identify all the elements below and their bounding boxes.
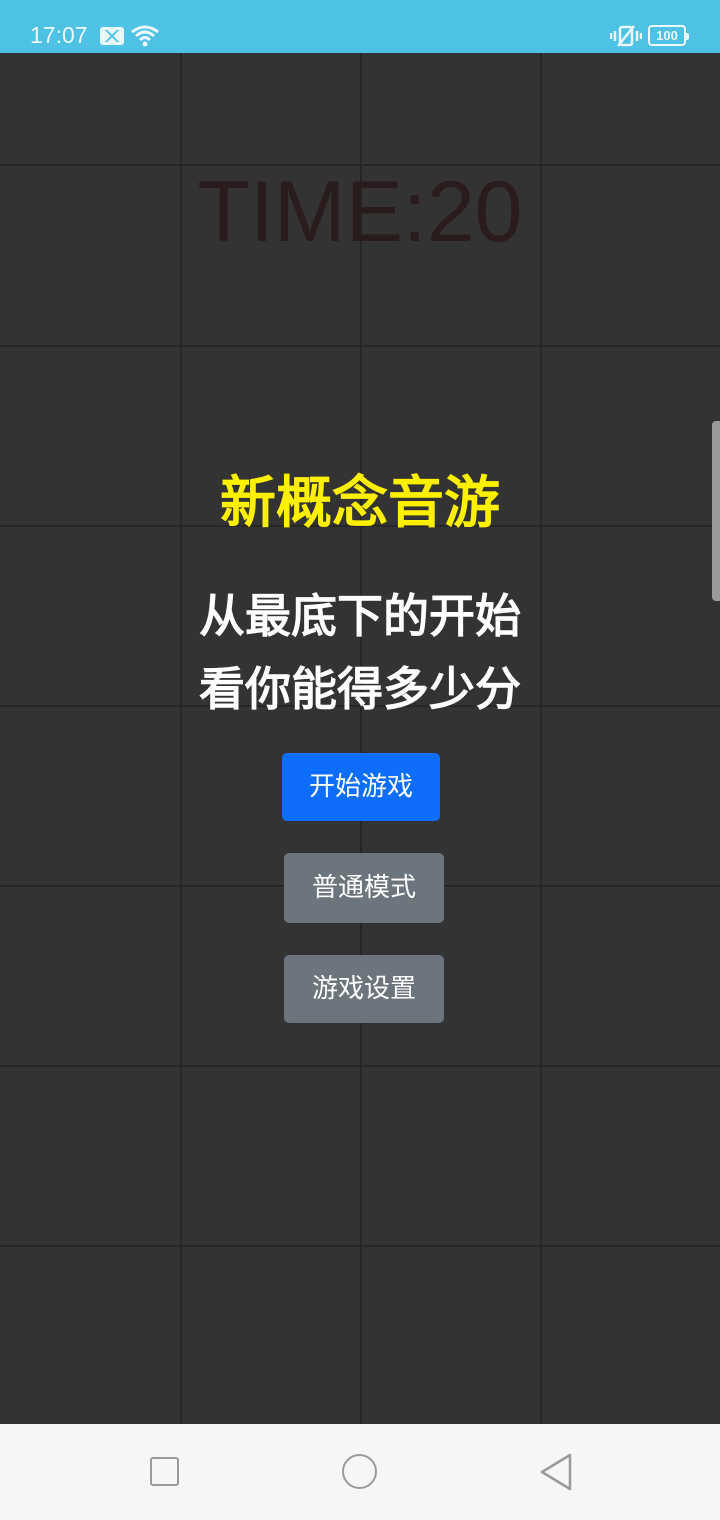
game-title: 新概念音游: [220, 471, 500, 536]
game-settings-button[interactable]: 游戏设置: [284, 955, 444, 1023]
status-time: 17:07: [30, 22, 88, 48]
subtitle-line-1: 从最底下的开始: [199, 589, 521, 643]
timer-display: TIME:20: [197, 164, 523, 260]
game-area[interactable]: TIME:20 新概念音游 从最底下的开始 看你能得多少分 开始游戏 普通模式 …: [0, 53, 720, 1424]
navigation-bar: [0, 1424, 720, 1520]
battery-icon: 100: [648, 25, 689, 46]
home-icon[interactable]: [342, 1454, 377, 1489]
grid-line: [0, 1065, 720, 1067]
vibrate-icon: [609, 24, 643, 52]
recent-apps-icon[interactable]: [150, 1457, 179, 1486]
grid-line: [0, 1245, 720, 1247]
status-bar: 17:07 100: [0, 0, 720, 53]
start-game-button[interactable]: 开始游戏: [282, 753, 440, 821]
wifi-icon: [130, 24, 160, 52]
normal-mode-button[interactable]: 普通模式: [284, 853, 444, 923]
back-icon[interactable]: [538, 1452, 574, 1496]
mail-icon: [100, 27, 124, 45]
subtitle-line-2: 看你能得多少分: [199, 662, 521, 716]
grid-line: [0, 345, 720, 347]
